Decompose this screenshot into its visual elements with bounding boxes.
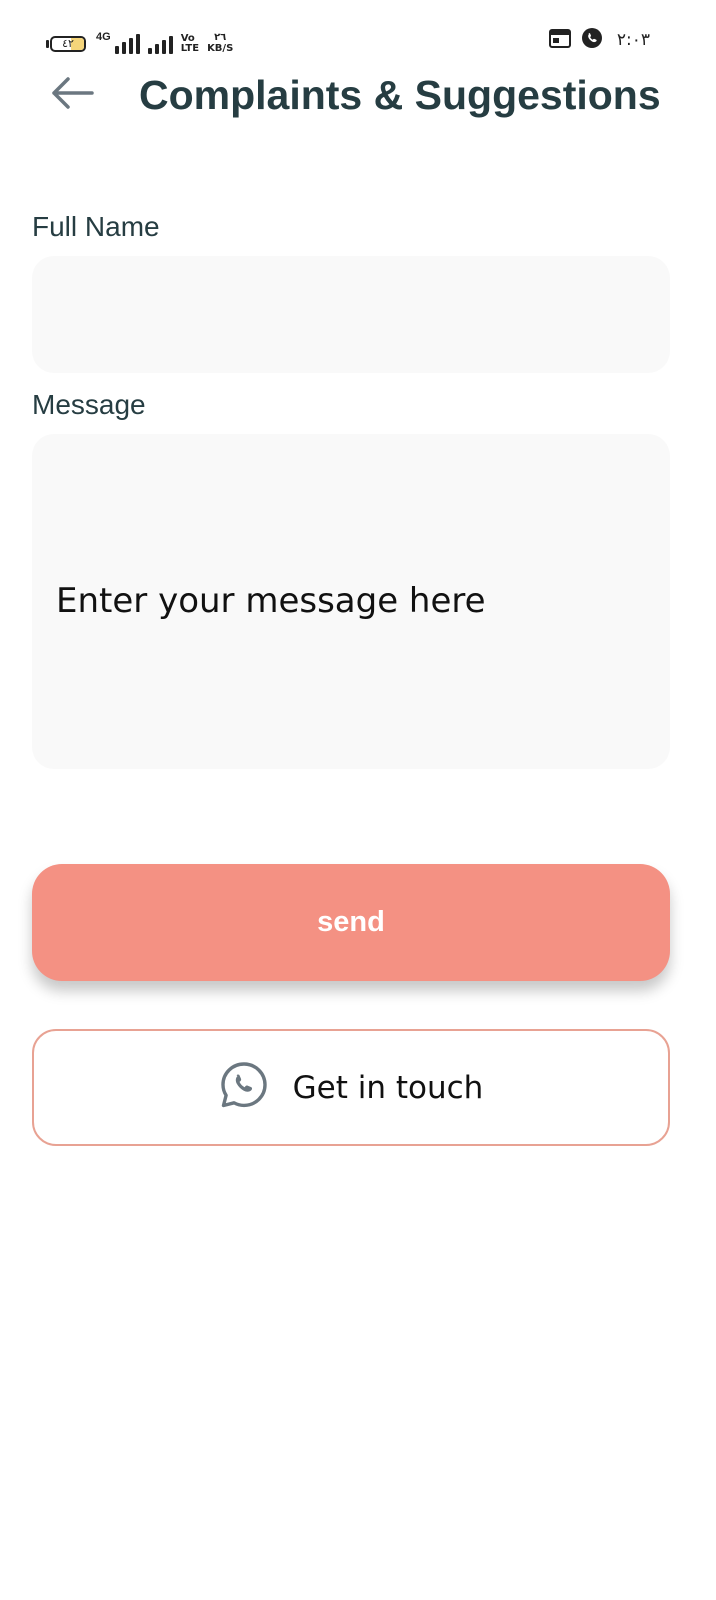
status-time: ٢:٠٣ <box>616 30 650 50</box>
signal-icon: 4G <box>96 32 140 54</box>
calendar-icon <box>548 28 571 53</box>
whatsapp-icon <box>219 1060 269 1115</box>
get-in-touch-label: Get in touch <box>292 1069 484 1106</box>
battery-level: ٤٢ <box>62 37 74 50</box>
full-name-input[interactable] <box>32 256 670 373</box>
back-button[interactable] <box>44 70 100 120</box>
message-input[interactable]: Enter your message here <box>32 434 670 769</box>
app-header: Complaints & Suggestions <box>0 60 716 130</box>
full-name-label: Full Name <box>32 211 160 242</box>
get-in-touch-button[interactable]: Get in touch <box>32 1029 670 1146</box>
whatsapp-icon <box>581 27 603 54</box>
network-speed: ٢٦ KB/S <box>207 32 234 54</box>
signal-icon <box>147 32 173 54</box>
arrow-left-icon <box>50 76 94 115</box>
send-button[interactable]: send <box>32 864 670 981</box>
message-label: Message <box>32 389 146 420</box>
page-title: Complaints & Suggestions <box>139 72 661 118</box>
message-placeholder: Enter your message here <box>56 581 486 621</box>
network-type: 4G <box>96 31 111 43</box>
battery-icon: ٤٢ <box>46 34 88 54</box>
status-bar: ٤٢ 4G Vo LTE ٢٦ KB/S ٢:٠٣ <box>0 0 716 60</box>
status-right: ٢:٠٣ <box>548 27 650 54</box>
volte-indicator: Vo LTE <box>180 33 200 54</box>
status-left: ٤٢ 4G Vo LTE ٢٦ KB/S <box>46 26 233 54</box>
send-button-label: send <box>317 906 385 938</box>
